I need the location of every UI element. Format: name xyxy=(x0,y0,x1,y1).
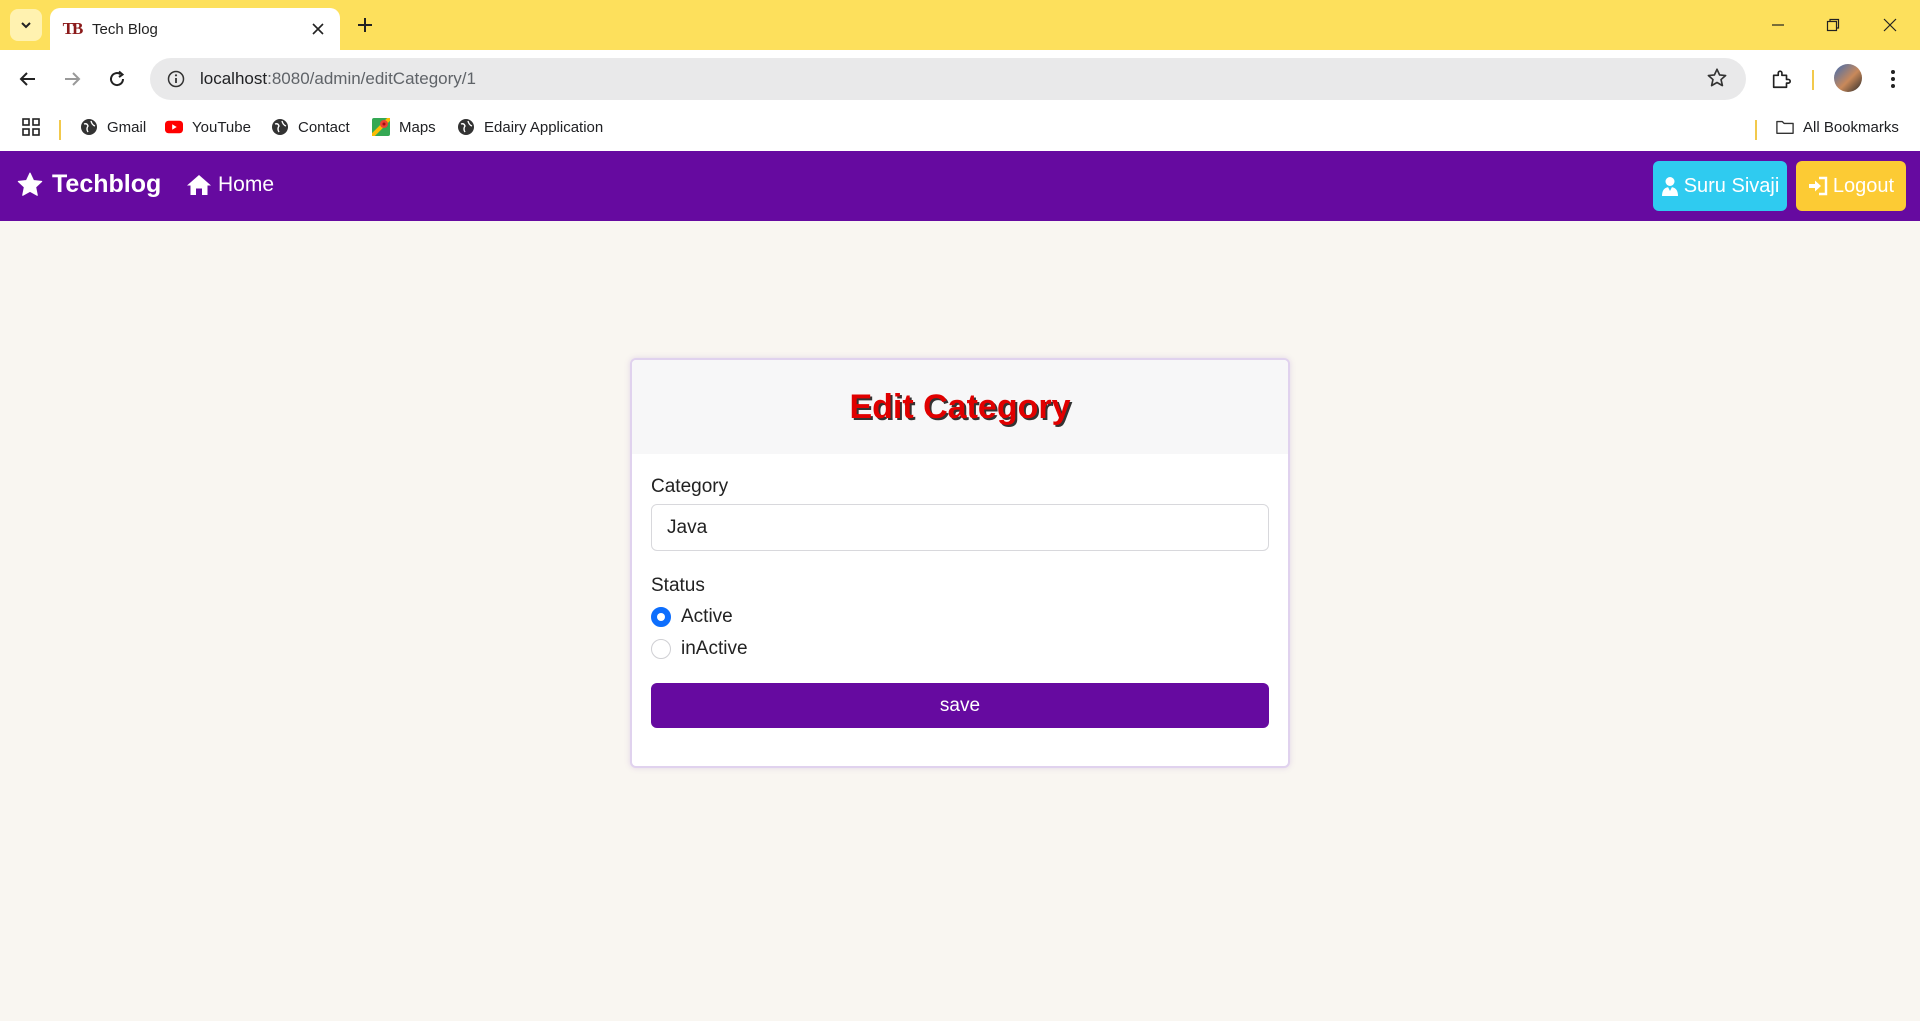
home-label: Home xyxy=(218,173,275,196)
minimize-button[interactable] xyxy=(1763,10,1793,40)
sign-in-icon xyxy=(1808,176,1828,196)
brand-text: Techblog xyxy=(52,170,162,198)
chevron-down-icon xyxy=(21,22,31,29)
category-input[interactable] xyxy=(651,504,1269,551)
tab-title: Tech Blog xyxy=(92,20,158,38)
radio-active-label: Active xyxy=(681,605,733,627)
globe-icon xyxy=(271,118,289,136)
bookmark-contact[interactable]: Contact xyxy=(271,118,350,136)
toolbar-divider xyxy=(1812,70,1814,90)
plus-icon xyxy=(358,18,372,32)
close-icon xyxy=(312,23,324,35)
tab-search-button[interactable] xyxy=(10,9,42,41)
reload-button[interactable] xyxy=(101,63,133,95)
youtube-icon xyxy=(165,118,183,136)
brand-link[interactable]: Techblog xyxy=(16,170,161,199)
logout-label: Logout xyxy=(1832,174,1895,197)
user-icon xyxy=(1661,177,1678,196)
folder-icon xyxy=(1776,118,1794,136)
bookmark-divider xyxy=(59,120,61,140)
apps-button[interactable] xyxy=(22,118,40,136)
status-option-active[interactable]: Active xyxy=(651,604,1269,629)
save-button[interactable]: save xyxy=(651,683,1269,728)
bookmark-maps[interactable]: Maps xyxy=(372,118,436,136)
arrow-left-icon xyxy=(19,72,35,86)
close-window-button[interactable] xyxy=(1875,10,1905,40)
edit-category-card: Edit Category Category Status Active inA… xyxy=(630,358,1290,768)
arrow-right-icon xyxy=(65,72,81,86)
profile-avatar[interactable] xyxy=(1834,64,1862,92)
radio-inactive-label: inActive xyxy=(681,637,748,659)
extensions-button[interactable] xyxy=(1765,63,1797,95)
back-button[interactable] xyxy=(12,63,44,95)
more-vertical-icon xyxy=(1891,70,1895,88)
user-profile-button[interactable]: Suru Sivaji xyxy=(1653,161,1787,211)
browser-tabstrip: TB Tech Blog xyxy=(0,0,1920,50)
new-tab-button[interactable] xyxy=(352,12,378,38)
globe-icon xyxy=(80,118,98,136)
url-text: localhost:8080/admin/editCategory/1 xyxy=(200,69,476,88)
page-title: Edit Category xyxy=(849,387,1071,426)
radio-inactive[interactable] xyxy=(651,638,671,659)
bookmark-youtube[interactable]: YouTube xyxy=(165,118,251,136)
card-header: Edit Category xyxy=(632,360,1288,454)
puzzle-icon xyxy=(1772,70,1791,89)
card-body: Category Status Active inActive save xyxy=(632,454,1288,750)
bookmark-divider xyxy=(1755,120,1757,140)
maps-icon xyxy=(372,118,390,136)
tab-close-button[interactable] xyxy=(308,19,328,39)
logout-button[interactable]: Logout xyxy=(1796,161,1906,211)
bookmark-gmail[interactable]: Gmail xyxy=(80,118,146,136)
radio-active[interactable] xyxy=(651,606,671,627)
address-bar[interactable]: localhost:8080/admin/editCategory/1 xyxy=(150,58,1746,100)
nav-home-link[interactable]: Home xyxy=(186,173,274,197)
browser-tab[interactable]: TB Tech Blog xyxy=(50,8,340,50)
category-label: Category xyxy=(651,476,729,497)
close-icon xyxy=(1883,18,1897,32)
app-navbar: Techblog Home Suru Sivaji Logout xyxy=(0,151,1920,221)
minimize-icon xyxy=(1772,24,1784,26)
home-icon xyxy=(187,175,211,195)
techblog-favicon-icon: TB xyxy=(62,19,84,38)
restore-button[interactable] xyxy=(1818,10,1848,40)
bookmarks-bar: Gmail YouTube Contact Maps Edairy Applic… xyxy=(0,108,1920,151)
browser-menu-button[interactable] xyxy=(1877,63,1909,95)
reload-icon xyxy=(110,70,125,87)
apps-grid-icon xyxy=(22,118,40,136)
site-info-icon[interactable] xyxy=(164,67,188,91)
star-icon xyxy=(17,172,43,196)
globe-icon xyxy=(457,118,475,136)
all-bookmarks-button[interactable]: All Bookmarks xyxy=(1776,118,1899,136)
forward-button[interactable] xyxy=(56,63,88,95)
restore-icon xyxy=(1826,18,1840,32)
bookmark-star-icon[interactable] xyxy=(1706,67,1730,91)
user-name: Suru Sivaji xyxy=(1683,174,1780,197)
browser-toolbar: localhost:8080/admin/editCategory/1 xyxy=(0,50,1920,108)
bookmark-edairy[interactable]: Edairy Application xyxy=(457,118,603,136)
status-option-inactive[interactable]: inActive xyxy=(651,636,1269,661)
status-label: Status xyxy=(651,575,705,596)
